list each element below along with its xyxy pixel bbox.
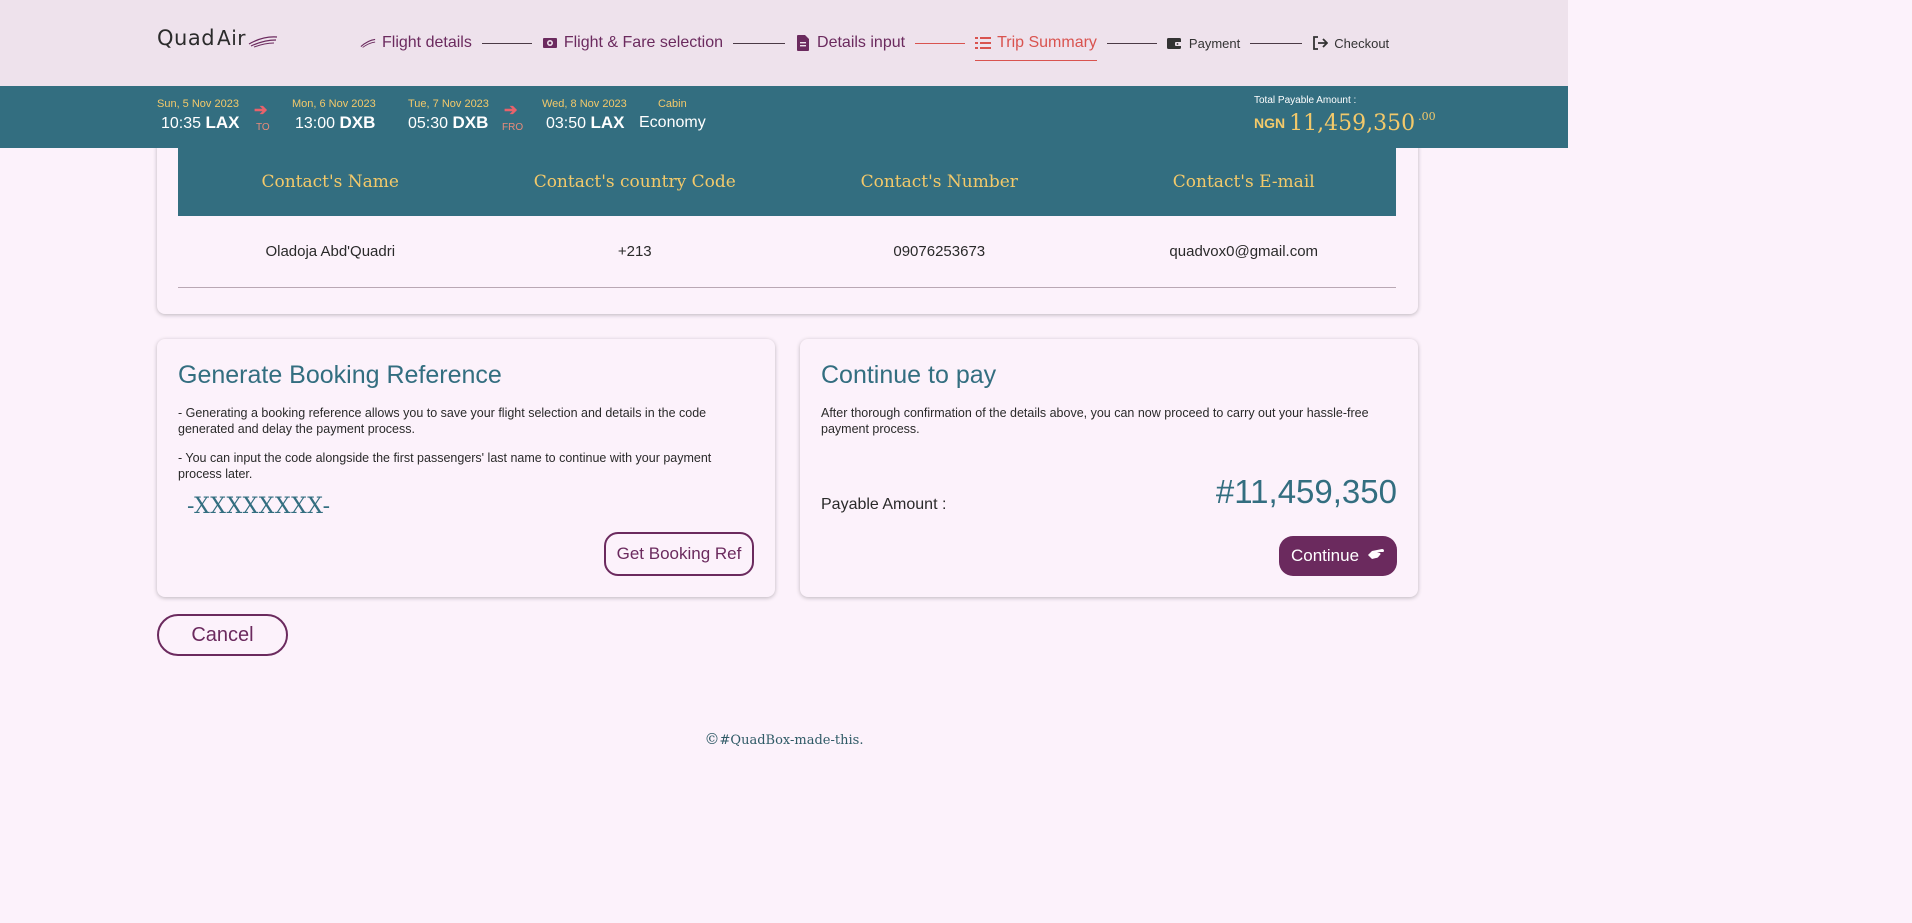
payable-amount: #11,459,350 xyxy=(1215,473,1397,510)
list-icon xyxy=(975,35,992,51)
wallet-icon xyxy=(1167,35,1183,51)
cabin-value: Economy xyxy=(639,114,706,131)
footer-text: #QuadBox-made-this. xyxy=(719,733,864,748)
return-dep-time-line: 05:30 DXB xyxy=(408,113,489,133)
cabin-info: Cabin Economy xyxy=(639,98,706,132)
step-connector xyxy=(1250,42,1303,44)
outbound-arr-code: DXB xyxy=(339,113,376,132)
step-label: Flight details xyxy=(382,34,472,51)
step-flight-fare-selection[interactable]: Flight & Fare selection xyxy=(542,30,723,56)
contact-name: Oladoja Abd'Quadri xyxy=(265,243,396,260)
step-connector xyxy=(1106,42,1157,44)
table-row: Oladoja Abd'Quadri +213 09076253673 quad… xyxy=(178,228,1396,276)
step-connector xyxy=(481,42,532,44)
total-decimals: .00 xyxy=(1418,110,1436,123)
outbound-dep-code: LAX xyxy=(205,113,240,132)
cancel-button[interactable]: Cancel xyxy=(157,614,288,656)
booking-info-1: - Generating a booking reference allows … xyxy=(178,406,707,436)
return-arr-time-line: 03:50 LAX xyxy=(546,113,627,133)
total-label: Total Payable Amount : xyxy=(1254,95,1357,106)
step-label: Payment xyxy=(1188,35,1241,51)
pay-info: After thorough confirmation of the detai… xyxy=(821,406,1369,436)
total-payable: Total Payable Amount : NGN 11,459,350.00 xyxy=(1254,95,1436,136)
total-amount: 11,459,350 xyxy=(1289,111,1416,136)
direction-label: FRO xyxy=(502,122,524,133)
arrow-right-icon: ➔ xyxy=(254,102,268,119)
booking-info-2: - You can input the code alongside the f… xyxy=(178,451,712,481)
footer: ©#QuadBox-made-this. xyxy=(0,730,1568,748)
total-amount-line: NGN 11,459,350.00 xyxy=(1254,110,1436,136)
pay-card-title: Continue to pay xyxy=(821,361,997,389)
return-arr-code: LAX xyxy=(590,113,625,132)
booking-card-title: Generate Booking Reference xyxy=(178,361,502,389)
currency-code: NGN xyxy=(1254,115,1286,131)
payable-label: Payable Amount : xyxy=(821,496,947,513)
return-dep-time: 05:30 xyxy=(408,115,449,132)
continue-button[interactable]: Continue xyxy=(1279,536,1397,576)
outbound-arrival: Mon, 6 Nov 2023 13:00 DXB xyxy=(292,98,376,133)
contact-email: quadvox0@gmail.com xyxy=(1169,243,1319,260)
header-contact-email: Contact's E-mail xyxy=(1172,172,1315,192)
return-arr-time: 03:50 xyxy=(546,115,587,132)
return-dep-code: DXB xyxy=(452,113,489,132)
hand-pointing-icon xyxy=(1367,546,1385,566)
sign-out-icon xyxy=(1312,35,1328,51)
wing-icon xyxy=(360,35,376,51)
document-icon xyxy=(795,35,811,51)
quadair-logo[interactable]: Quad Air xyxy=(157,26,278,50)
copyright-icon: © xyxy=(704,730,720,748)
step-connector xyxy=(733,42,786,44)
step-flight-details[interactable]: Flight details xyxy=(360,30,472,56)
return-arr-date: Wed, 8 Nov 2023 xyxy=(542,98,627,110)
contact-table-header: Contact's Name Contact's country Code Co… xyxy=(178,148,1396,216)
step-payment[interactable]: Payment xyxy=(1167,30,1240,56)
outbound-arr-time-line: 13:00 DXB xyxy=(295,113,376,133)
booking-steps: Flight details Flight & Fare selection D… xyxy=(360,30,1389,61)
step-details-input[interactable]: Details input xyxy=(795,30,905,56)
step-trip-summary[interactable]: Trip Summary xyxy=(975,30,1097,61)
outbound-arr-time: 13:00 xyxy=(295,115,336,132)
wing-icon xyxy=(248,36,278,48)
step-connector xyxy=(915,42,966,44)
money-icon xyxy=(542,35,558,51)
booking-reference-card: Generate Booking Reference - Generating … xyxy=(157,339,775,597)
continue-label: Continue xyxy=(1290,546,1360,565)
arrow-right-icon: ➔ xyxy=(504,102,518,119)
header-contact-number: Contact's Number xyxy=(860,172,1018,192)
step-label: Checkout xyxy=(1334,35,1390,51)
contact-country-code: +213 xyxy=(617,243,652,260)
cabin-label: Cabin xyxy=(657,98,687,110)
outbound-dep-time: 10:35 xyxy=(161,115,202,132)
header-country-code: Contact's country Code xyxy=(533,172,736,192)
return-dep-date: Tue, 7 Nov 2023 xyxy=(408,98,489,110)
direction-label: TO xyxy=(256,122,270,133)
divider xyxy=(178,287,1396,288)
logo-subtext: Air xyxy=(217,26,247,50)
get-booking-ref-button[interactable]: Get Booking Ref xyxy=(604,532,754,576)
outbound-departure: Sun, 5 Nov 2023 10:35 LAX xyxy=(157,98,240,133)
step-checkout[interactable]: Checkout xyxy=(1312,30,1389,56)
logo-text: Quad xyxy=(157,26,216,50)
header-contact-name: Contact's Name xyxy=(261,172,399,192)
top-navigation: Quad Air Flight details Flight & Fare se… xyxy=(0,0,1568,86)
outbound-dep-date: Sun, 5 Nov 2023 xyxy=(157,98,239,110)
return-departure: Tue, 7 Nov 2023 05:30 DXB xyxy=(408,98,489,133)
return-arrival: Wed, 8 Nov 2023 03:50 LAX xyxy=(542,98,627,133)
contact-number: 09076253673 xyxy=(893,243,986,260)
outbound-arr-date: Mon, 6 Nov 2023 xyxy=(292,98,376,110)
flight-summary-bar: Sun, 5 Nov 2023 10:35 LAX ➔ TO Mon, 6 No… xyxy=(0,86,1568,148)
step-label: Flight & Fare selection xyxy=(563,34,724,51)
step-label: Trip Summary xyxy=(997,34,1097,51)
step-label: Details input xyxy=(817,34,906,51)
continue-to-pay-card: Continue to pay After thorough confirmat… xyxy=(800,339,1418,597)
booking-code: -XXXXXXXX- xyxy=(187,494,331,519)
outbound-dep-time-line: 10:35 LAX xyxy=(161,113,240,133)
